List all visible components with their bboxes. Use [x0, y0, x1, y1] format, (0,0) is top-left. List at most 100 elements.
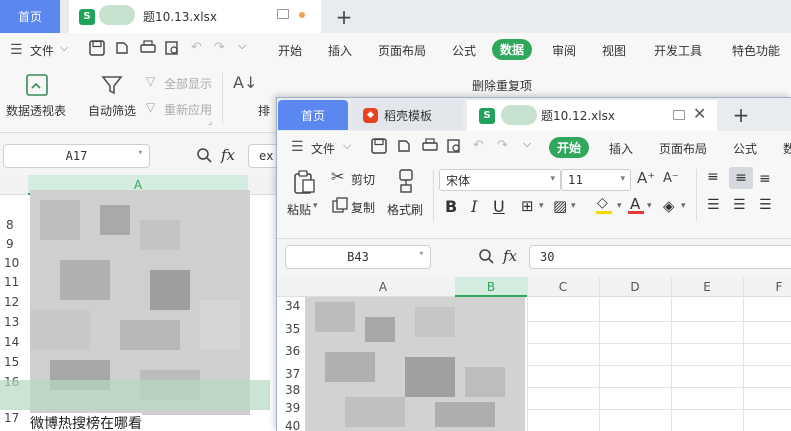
fill-pattern-icon[interactable]: ▨: [553, 197, 567, 215]
back-cell-a17[interactable]: 微博热搜榜在哪看: [30, 413, 142, 431]
fx-icon[interactable]: fx: [503, 247, 517, 265]
font-size-select[interactable]: 11 ▾: [561, 169, 631, 191]
chevron-down-icon[interactable]: ▾: [313, 201, 318, 211]
front-menu-home-active[interactable]: 开始: [549, 137, 590, 158]
front-name-box[interactable]: B43 ▾: [285, 245, 431, 269]
redo-icon[interactable]: ↷: [214, 40, 225, 55]
back-name-box[interactable]: A17 ▾: [3, 144, 150, 168]
front-home-tab[interactable]: 首页: [278, 100, 348, 130]
back-menu-features[interactable]: 特色功能: [732, 42, 780, 59]
reapply-button[interactable]: 重新应用: [164, 101, 212, 118]
back-menu-home[interactable]: 开始: [278, 42, 302, 59]
autofilter-button[interactable]: 自动筛选: [88, 102, 136, 119]
front-col-c[interactable]: C: [553, 280, 573, 294]
front-row-38[interactable]: 38: [285, 383, 300, 397]
front-row-39[interactable]: 39: [285, 401, 300, 415]
chevron-down-icon[interactable]: ▾: [539, 201, 544, 211]
export-icon[interactable]: [114, 40, 130, 56]
save-icon[interactable]: [89, 40, 105, 56]
back-new-tab-button[interactable]: +: [332, 0, 356, 33]
back-menu-review[interactable]: 审阅: [552, 42, 576, 59]
front-row-35[interactable]: 35: [285, 322, 300, 336]
chevron-down-icon[interactable]: ⌵: [343, 139, 351, 153]
font-color-icon[interactable]: A: [627, 193, 645, 215]
back-menu-view[interactable]: 视图: [602, 42, 626, 59]
preview-icon[interactable]: [164, 40, 180, 56]
increase-font-icon[interactable]: A⁺: [637, 169, 655, 187]
bold-icon[interactable]: B: [445, 197, 457, 216]
paste-button[interactable]: 粘贴: [287, 201, 311, 218]
show-all-button[interactable]: 全部显示: [164, 75, 212, 92]
pivot-table-button[interactable]: 数据透视表: [6, 102, 66, 119]
chevron-down-icon[interactable]: ▾: [617, 201, 622, 211]
front-row-40[interactable]: 40: [285, 419, 300, 431]
chevron-down-icon[interactable]: ▾: [647, 201, 652, 211]
front-col-a[interactable]: A: [373, 280, 393, 294]
print-icon[interactable]: [421, 138, 439, 154]
underline-icon[interactable]: U: [493, 197, 505, 216]
decrease-font-icon[interactable]: A⁻: [663, 171, 679, 186]
front-menu-page-layout[interactable]: 页面布局: [659, 140, 707, 157]
format-painter-button[interactable]: 格式刷: [387, 201, 423, 218]
quick-access-dropdown-icon[interactable]: ⌵: [238, 39, 246, 53]
chevron-down-icon[interactable]: ⌵: [60, 41, 68, 55]
border-icon[interactable]: ⊞: [521, 197, 534, 215]
undo-icon[interactable]: ↶: [473, 138, 484, 153]
front-col-f[interactable]: F: [769, 280, 789, 294]
front-menu-insert[interactable]: 插入: [609, 140, 633, 157]
back-file-tab[interactable]: S 题10.13.xlsx: [69, 0, 321, 33]
save-icon[interactable]: [371, 138, 387, 154]
align-bottom-icon[interactable]: ≡: [759, 171, 771, 187]
front-col-b[interactable]: B: [481, 280, 501, 294]
close-tab-icon[interactable]: ✕: [693, 104, 706, 123]
back-file-menu[interactable]: 文件: [30, 42, 54, 59]
front-template-tab[interactable]: ◆ 稻壳模板: [351, 100, 463, 130]
quick-access-dropdown-icon[interactable]: ⌵: [523, 137, 531, 151]
copy-button[interactable]: 复制: [351, 199, 375, 216]
align-left-icon[interactable]: ☰: [707, 197, 720, 213]
eraser-icon[interactable]: ◈: [663, 197, 675, 215]
align-top-icon[interactable]: ≡: [707, 169, 719, 185]
export-icon[interactable]: [396, 138, 412, 154]
remove-duplicates-button[interactable]: 删除重复项: [472, 77, 532, 94]
front-file-tab[interactable]: S 题10.12.xlsx ✕: [467, 100, 717, 131]
front-formula-input[interactable]: 30: [529, 245, 791, 269]
sort-button-partial[interactable]: 排: [258, 102, 270, 119]
redo-icon[interactable]: ↷: [497, 138, 508, 153]
dialog-launcher-icon[interactable]: ⌟: [208, 117, 212, 127]
window-icon[interactable]: [673, 110, 685, 120]
back-menu-page-layout[interactable]: 页面布局: [378, 42, 426, 59]
back-menu-formula[interactable]: 公式: [452, 42, 476, 59]
back-menu-insert[interactable]: 插入: [328, 42, 352, 59]
undo-icon[interactable]: ↶: [191, 40, 202, 55]
hamburger-icon[interactable]: ☰: [10, 42, 23, 58]
back-home-tab[interactable]: 首页: [0, 0, 60, 33]
align-center-icon[interactable]: ☰: [733, 197, 746, 213]
align-right-icon[interactable]: ☰: [759, 197, 772, 213]
align-middle-icon[interactable]: ≡: [729, 167, 753, 189]
front-col-e[interactable]: E: [697, 280, 717, 294]
cut-button[interactable]: 剪切: [351, 171, 375, 188]
fx-icon[interactable]: fx: [221, 146, 235, 164]
back-menu-data-active[interactable]: 数据: [492, 39, 533, 60]
front-file-menu[interactable]: 文件: [311, 140, 335, 157]
front-row-37[interactable]: 37: [285, 367, 300, 381]
font-name-select[interactable]: 宋体 ▾: [439, 169, 561, 191]
back-menu-developer[interactable]: 开发工具: [654, 42, 702, 59]
front-row-36[interactable]: 36: [285, 344, 300, 358]
window-icon[interactable]: [277, 9, 289, 19]
zoom-icon[interactable]: [196, 147, 214, 165]
front-menu-data-partial[interactable]: 数: [783, 140, 791, 157]
print-icon[interactable]: [139, 40, 157, 56]
chevron-down-icon[interactable]: ▾: [681, 201, 686, 211]
fill-color-icon[interactable]: ◇: [595, 193, 615, 215]
front-col-d[interactable]: D: [625, 280, 645, 294]
chevron-down-icon[interactable]: ▾: [571, 201, 576, 211]
italic-icon[interactable]: I: [471, 197, 477, 216]
zoom-icon[interactable]: [478, 248, 496, 266]
hamburger-icon[interactable]: ☰: [291, 139, 304, 155]
preview-icon[interactable]: [446, 138, 462, 154]
front-menu-formula[interactable]: 公式: [733, 140, 757, 157]
front-new-tab-button[interactable]: +: [729, 100, 753, 130]
front-row-34[interactable]: 34: [285, 299, 300, 313]
